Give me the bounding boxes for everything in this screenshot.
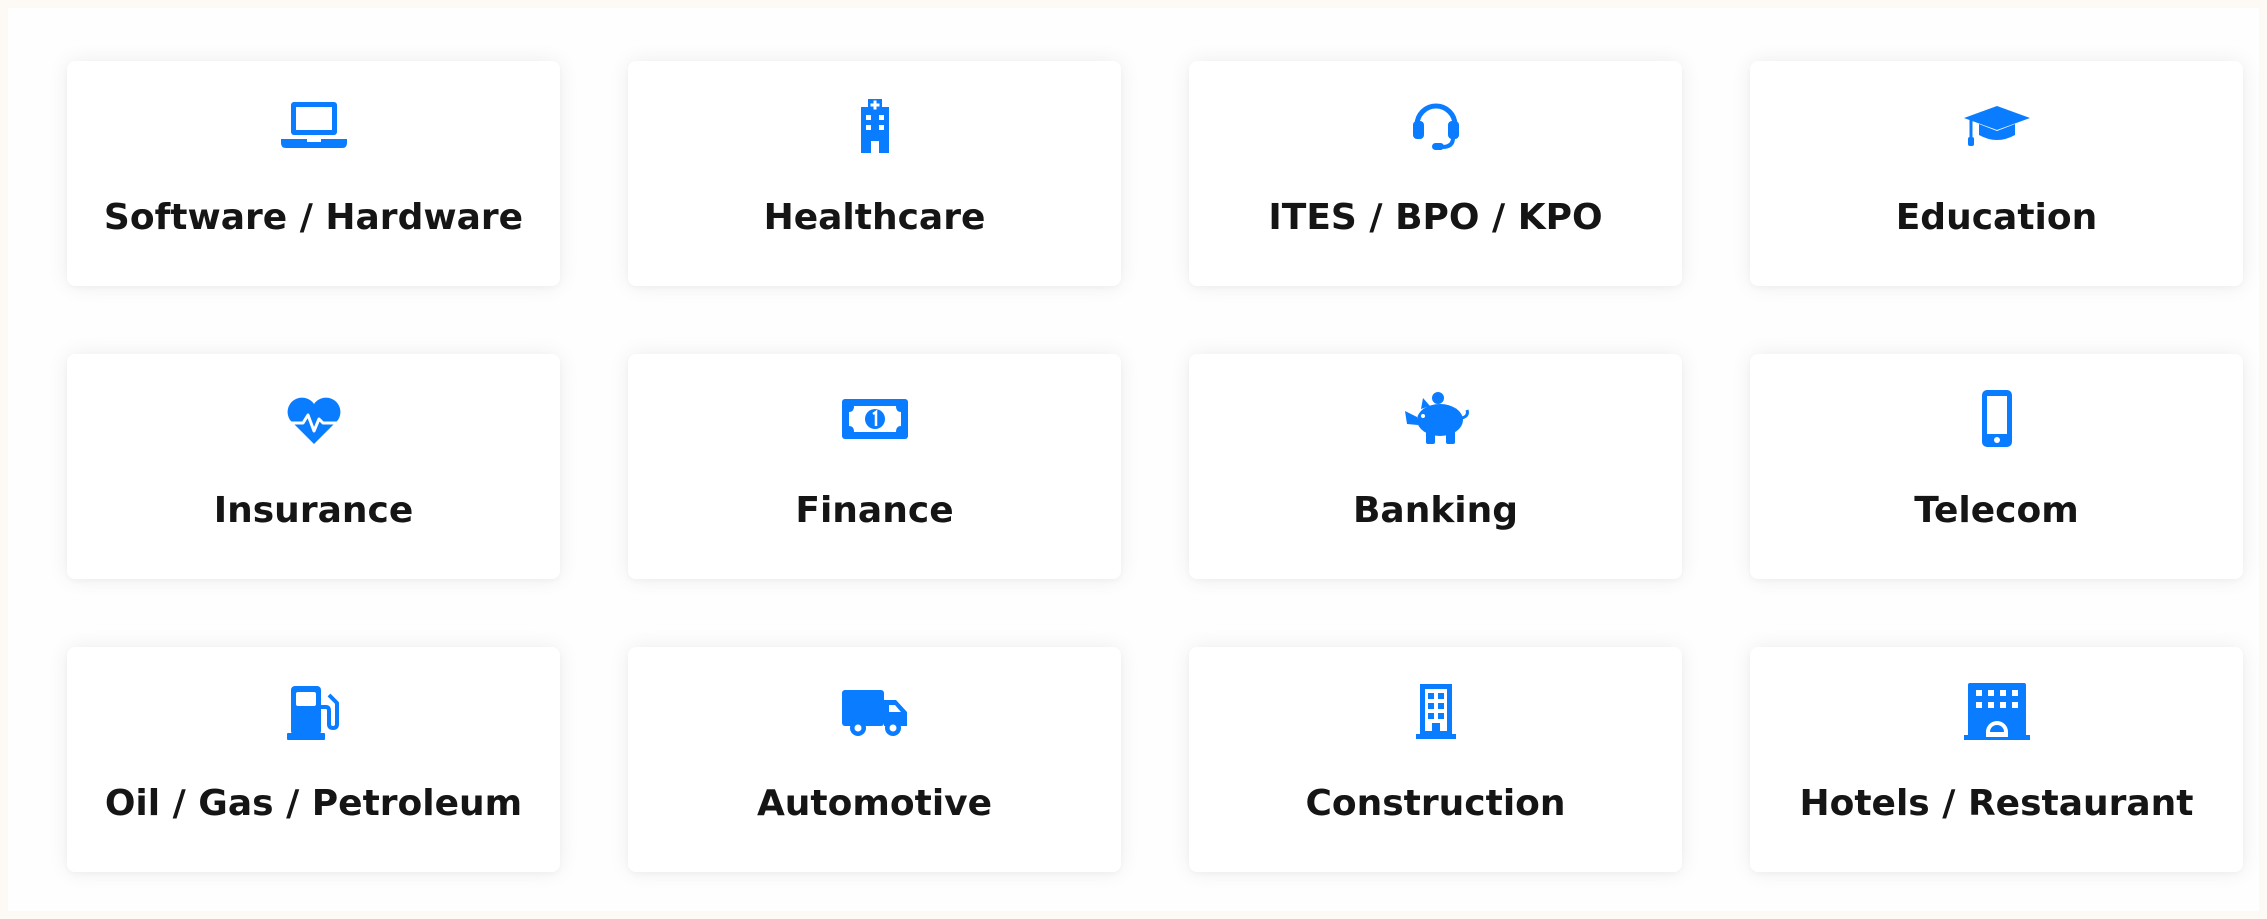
industry-card-telecom[interactable]: Telecom: [1750, 354, 2243, 579]
mobile-phone-icon: [1962, 384, 2032, 454]
industry-card-construction[interactable]: Construction: [1189, 647, 1682, 872]
industry-card-software-hardware[interactable]: Software / Hardware: [67, 61, 560, 286]
laptop-icon: [279, 91, 349, 161]
industry-label: Hotels / Restaurant: [1799, 783, 2194, 824]
truck-icon: [840, 677, 910, 747]
piggy-bank-icon: [1401, 384, 1471, 454]
industry-label: Telecom: [1914, 490, 2079, 531]
industry-label: Healthcare: [763, 197, 986, 238]
industry-card-hotels-restaurant[interactable]: Hotels / Restaurant: [1750, 647, 2243, 872]
industry-label: Oil / Gas / Petroleum: [104, 783, 523, 824]
hospital-icon: [840, 91, 910, 161]
industry-label: Insurance: [213, 490, 414, 531]
industry-label: Banking: [1352, 490, 1519, 531]
heartbeat-icon: [279, 384, 349, 454]
industry-grid: Software / Hardware Healthcare ITES / BP…: [67, 61, 2243, 872]
industry-label: Finance: [795, 490, 954, 531]
industry-label: Automotive: [756, 783, 993, 824]
industry-card-finance[interactable]: Finance: [628, 354, 1121, 579]
gas-pump-icon: [279, 677, 349, 747]
industry-card-ites-bpo-kpo[interactable]: ITES / BPO / KPO: [1189, 61, 1682, 286]
industry-label: Education: [1895, 197, 2098, 238]
money-bill-icon: [840, 384, 910, 454]
headset-icon: [1401, 91, 1471, 161]
industry-card-insurance[interactable]: Insurance: [67, 354, 560, 579]
industry-card-automotive[interactable]: Automotive: [628, 647, 1121, 872]
industry-card-banking[interactable]: Banking: [1189, 354, 1682, 579]
hotel-icon: [1962, 677, 2032, 747]
page-frame: Software / Hardware Healthcare ITES / BP…: [8, 8, 2259, 911]
industry-label: Software / Hardware: [103, 197, 524, 238]
graduation-cap-icon: [1962, 91, 2032, 161]
industry-card-healthcare[interactable]: Healthcare: [628, 61, 1121, 286]
building-icon: [1401, 677, 1471, 747]
industry-card-education[interactable]: Education: [1750, 61, 2243, 286]
industry-card-oil-gas-petroleum[interactable]: Oil / Gas / Petroleum: [67, 647, 560, 872]
industry-label: ITES / BPO / KPO: [1268, 197, 1603, 238]
industry-label: Construction: [1305, 783, 1566, 824]
